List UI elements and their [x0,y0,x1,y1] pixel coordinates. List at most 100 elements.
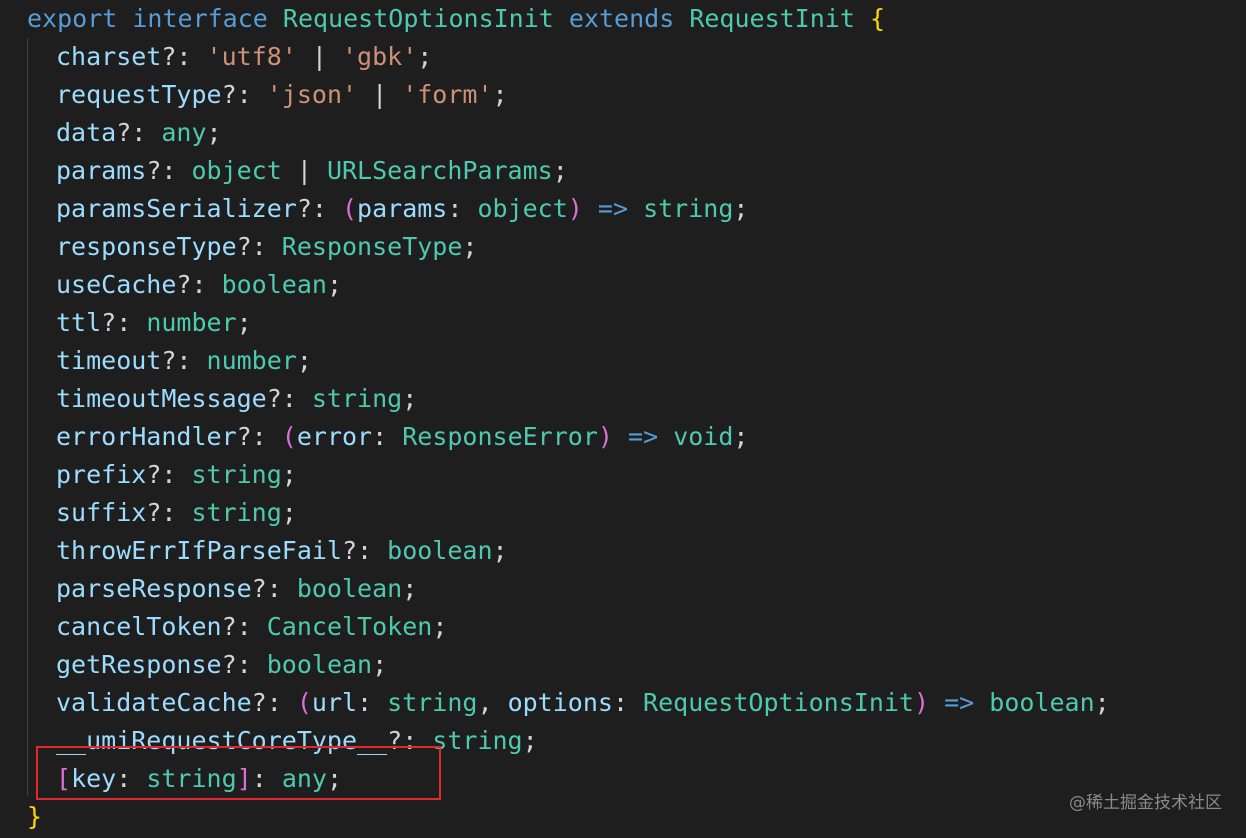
code-token: ; [462,232,478,261]
code-token: ttl [56,308,102,337]
code-token: boolean [221,270,327,299]
code-token: boolean [266,650,373,679]
code-token: : [447,194,478,223]
code-line[interactable]: __umiRequestCoreType__?: string; [27,722,1246,760]
code-token: ?: [387,726,433,755]
code-token: timeout [56,346,162,375]
code-line[interactable]: requestType?: 'json' | 'form'; [27,76,1246,114]
code-token: object [477,194,568,223]
code-line[interactable]: getResponse?: boolean; [27,646,1246,684]
code-token: ; [402,384,418,413]
code-line[interactable]: params?: object | URLSearchParams; [27,152,1246,190]
code-token: interface [132,4,268,33]
code-token: ?: [176,270,222,299]
code-token: ; [281,498,297,527]
code-token: ?: [146,498,192,527]
code-block[interactable]: export interface RequestOptionsInit exte… [27,0,1246,836]
code-token: ; [326,764,343,793]
code-token: | [296,42,342,71]
code-token: ; [417,42,433,71]
code-token: ) [597,422,613,451]
code-token: ?: [236,422,282,451]
code-token: any [161,118,207,147]
code-token: : [357,688,388,717]
code-token: string [643,194,734,223]
code-line[interactable]: suffix?: string; [27,494,1246,532]
code-line[interactable]: timeoutMessage?: string; [27,380,1246,418]
code-token: requestType [56,80,222,109]
code-token: => [944,688,975,717]
code-token: ; [733,194,749,223]
code-token: => [597,194,629,223]
code-line[interactable]: prefix?: string; [27,456,1246,494]
code-token: CancelToken [266,612,433,641]
code-line[interactable]: throwErrIfParseFail?: boolean; [27,532,1246,570]
code-token: RequestOptionsInit [643,688,914,717]
code-token: ResponseError [402,422,598,451]
code-token: errorHandler [56,422,237,451]
code-token: ; [432,612,448,641]
code-token: extends [568,4,675,33]
code-line[interactable]: [key: string]: any; [27,760,1246,798]
code-line[interactable]: ttl?: number; [27,304,1246,342]
code-line[interactable]: data?: any; [27,114,1246,152]
code-token: ; [402,574,418,603]
code-token: boolean [989,688,1095,717]
code-token: ) [567,194,583,223]
code-token: | [357,80,403,109]
code-token: ; [492,80,508,109]
code-token: ?: [251,574,297,603]
code-token: ?: [296,194,342,223]
code-token: : [612,688,644,717]
code-token: string [191,498,282,527]
code-token: , [477,688,508,717]
code-token: number [206,346,297,375]
code-token: ; [281,460,297,489]
code-token: charset [56,42,162,71]
code-token: ?: [221,80,267,109]
code-token: options [507,688,613,717]
code-token: ?: [221,612,267,641]
code-line[interactable]: timeout?: number; [27,342,1246,380]
code-token: ResponseType [281,232,463,261]
code-token: data [56,118,117,147]
code-line[interactable]: validateCache?: (url: string, options: R… [27,684,1246,722]
code-token: ?: [161,346,207,375]
code-token: timeoutMessage [56,384,267,413]
code-line[interactable]: responseType?: ResponseType; [27,228,1246,266]
code-token: void [673,422,734,451]
code-token: : [251,764,282,793]
code-token: ?: [266,384,312,413]
code-token: { [869,4,886,33]
code-token: suffix [56,498,147,527]
code-line[interactable]: cancelToken?: CancelToken; [27,608,1246,646]
code-line[interactable]: parseResponse?: boolean; [27,570,1246,608]
code-line[interactable]: useCache?: boolean; [27,266,1246,304]
code-token: ( [281,422,297,451]
code-token: ; [1094,688,1110,717]
code-line[interactable]: paramsSerializer?: (params: object) => s… [27,190,1246,228]
code-token: string [146,764,237,793]
code-token: boolean [296,574,403,603]
code-editor[interactable]: export interface RequestOptionsInit exte… [0,0,1246,838]
code-token: URLSearchParams [326,156,553,185]
code-line[interactable]: export interface RequestOptionsInit exte… [27,0,1246,38]
code-line[interactable]: errorHandler?: (error: ResponseError) =>… [27,418,1246,456]
code-token: ?: [221,650,267,679]
code-token: export [27,4,118,33]
code-token: ?: [341,536,388,565]
code-line[interactable]: } [27,798,1246,836]
code-token: ; [552,156,568,185]
code-line[interactable]: charset?: 'utf8' | 'gbk'; [27,38,1246,76]
code-token: key [71,764,117,793]
code-token: ] [236,764,252,793]
code-token: useCache [56,270,177,299]
code-token: ; [733,422,749,451]
code-token: throwErrIfParseFail [56,536,342,565]
code-token: ( [341,194,358,223]
code-token: ?: [116,118,162,147]
